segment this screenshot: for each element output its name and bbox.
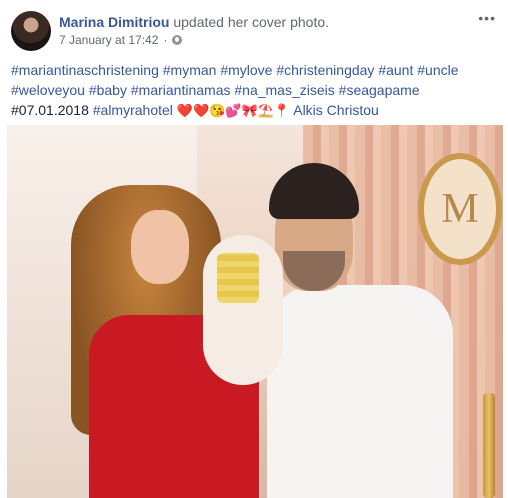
- hashtag[interactable]: #na_mas_ziseis: [234, 82, 334, 98]
- author-name[interactable]: Marina Dimitriou: [59, 14, 169, 30]
- hashtag[interactable]: #weloveyou: [11, 82, 85, 98]
- hashtag[interactable]: #myman: [163, 62, 217, 78]
- hashtag[interactable]: #mylove: [220, 62, 272, 78]
- post-title-line: Marina Dimitriou updated her cover photo…: [59, 13, 329, 31]
- post-action-text: updated her cover photo.: [173, 14, 330, 30]
- post-caption: #mariantinaschristening #myman #mylove #…: [11, 60, 501, 121]
- hashtag[interactable]: #mariantinamas: [131, 82, 231, 98]
- hashtag[interactable]: #seagapame: [339, 82, 420, 98]
- cover-photo[interactable]: M: [7, 125, 503, 498]
- baby-face-sticker: [217, 253, 259, 303]
- more-options-icon[interactable]: •••: [478, 10, 496, 26]
- hashtag[interactable]: #mariantinaschristening: [11, 62, 159, 78]
- profile-avatar[interactable]: [11, 11, 51, 51]
- post-header: Marina Dimitriou updated her cover photo…: [11, 11, 329, 51]
- hashtag[interactable]: #baby: [89, 82, 127, 98]
- feed-post: Marina Dimitriou updated her cover photo…: [0, 0, 508, 498]
- man-figure-shirt: [267, 285, 453, 498]
- hashtag[interactable]: #aunt: [378, 62, 413, 78]
- hashtag[interactable]: #uncle: [417, 62, 458, 78]
- woman-figure-face: [131, 210, 189, 284]
- hashtag[interactable]: #almyrahotel: [93, 102, 173, 118]
- date-tag: #07.01.2018: [11, 102, 89, 118]
- candle-stand: [483, 393, 495, 498]
- post-meta: Marina Dimitriou updated her cover photo…: [59, 13, 329, 47]
- separator-dot: ·: [163, 33, 168, 47]
- tagged-person-link[interactable]: Alkis Christou: [293, 102, 379, 118]
- hashtag[interactable]: #christeningday: [276, 62, 374, 78]
- monogram-frame: M: [418, 153, 502, 265]
- emoji-sequence: ❤️❤️😘💕🎀⛱️📍: [176, 103, 291, 118]
- post-timestamp[interactable]: 7 January at 17:42: [59, 33, 158, 47]
- post-subline: 7 January at 17:42 ·: [59, 33, 329, 47]
- globe-icon[interactable]: [172, 35, 183, 45]
